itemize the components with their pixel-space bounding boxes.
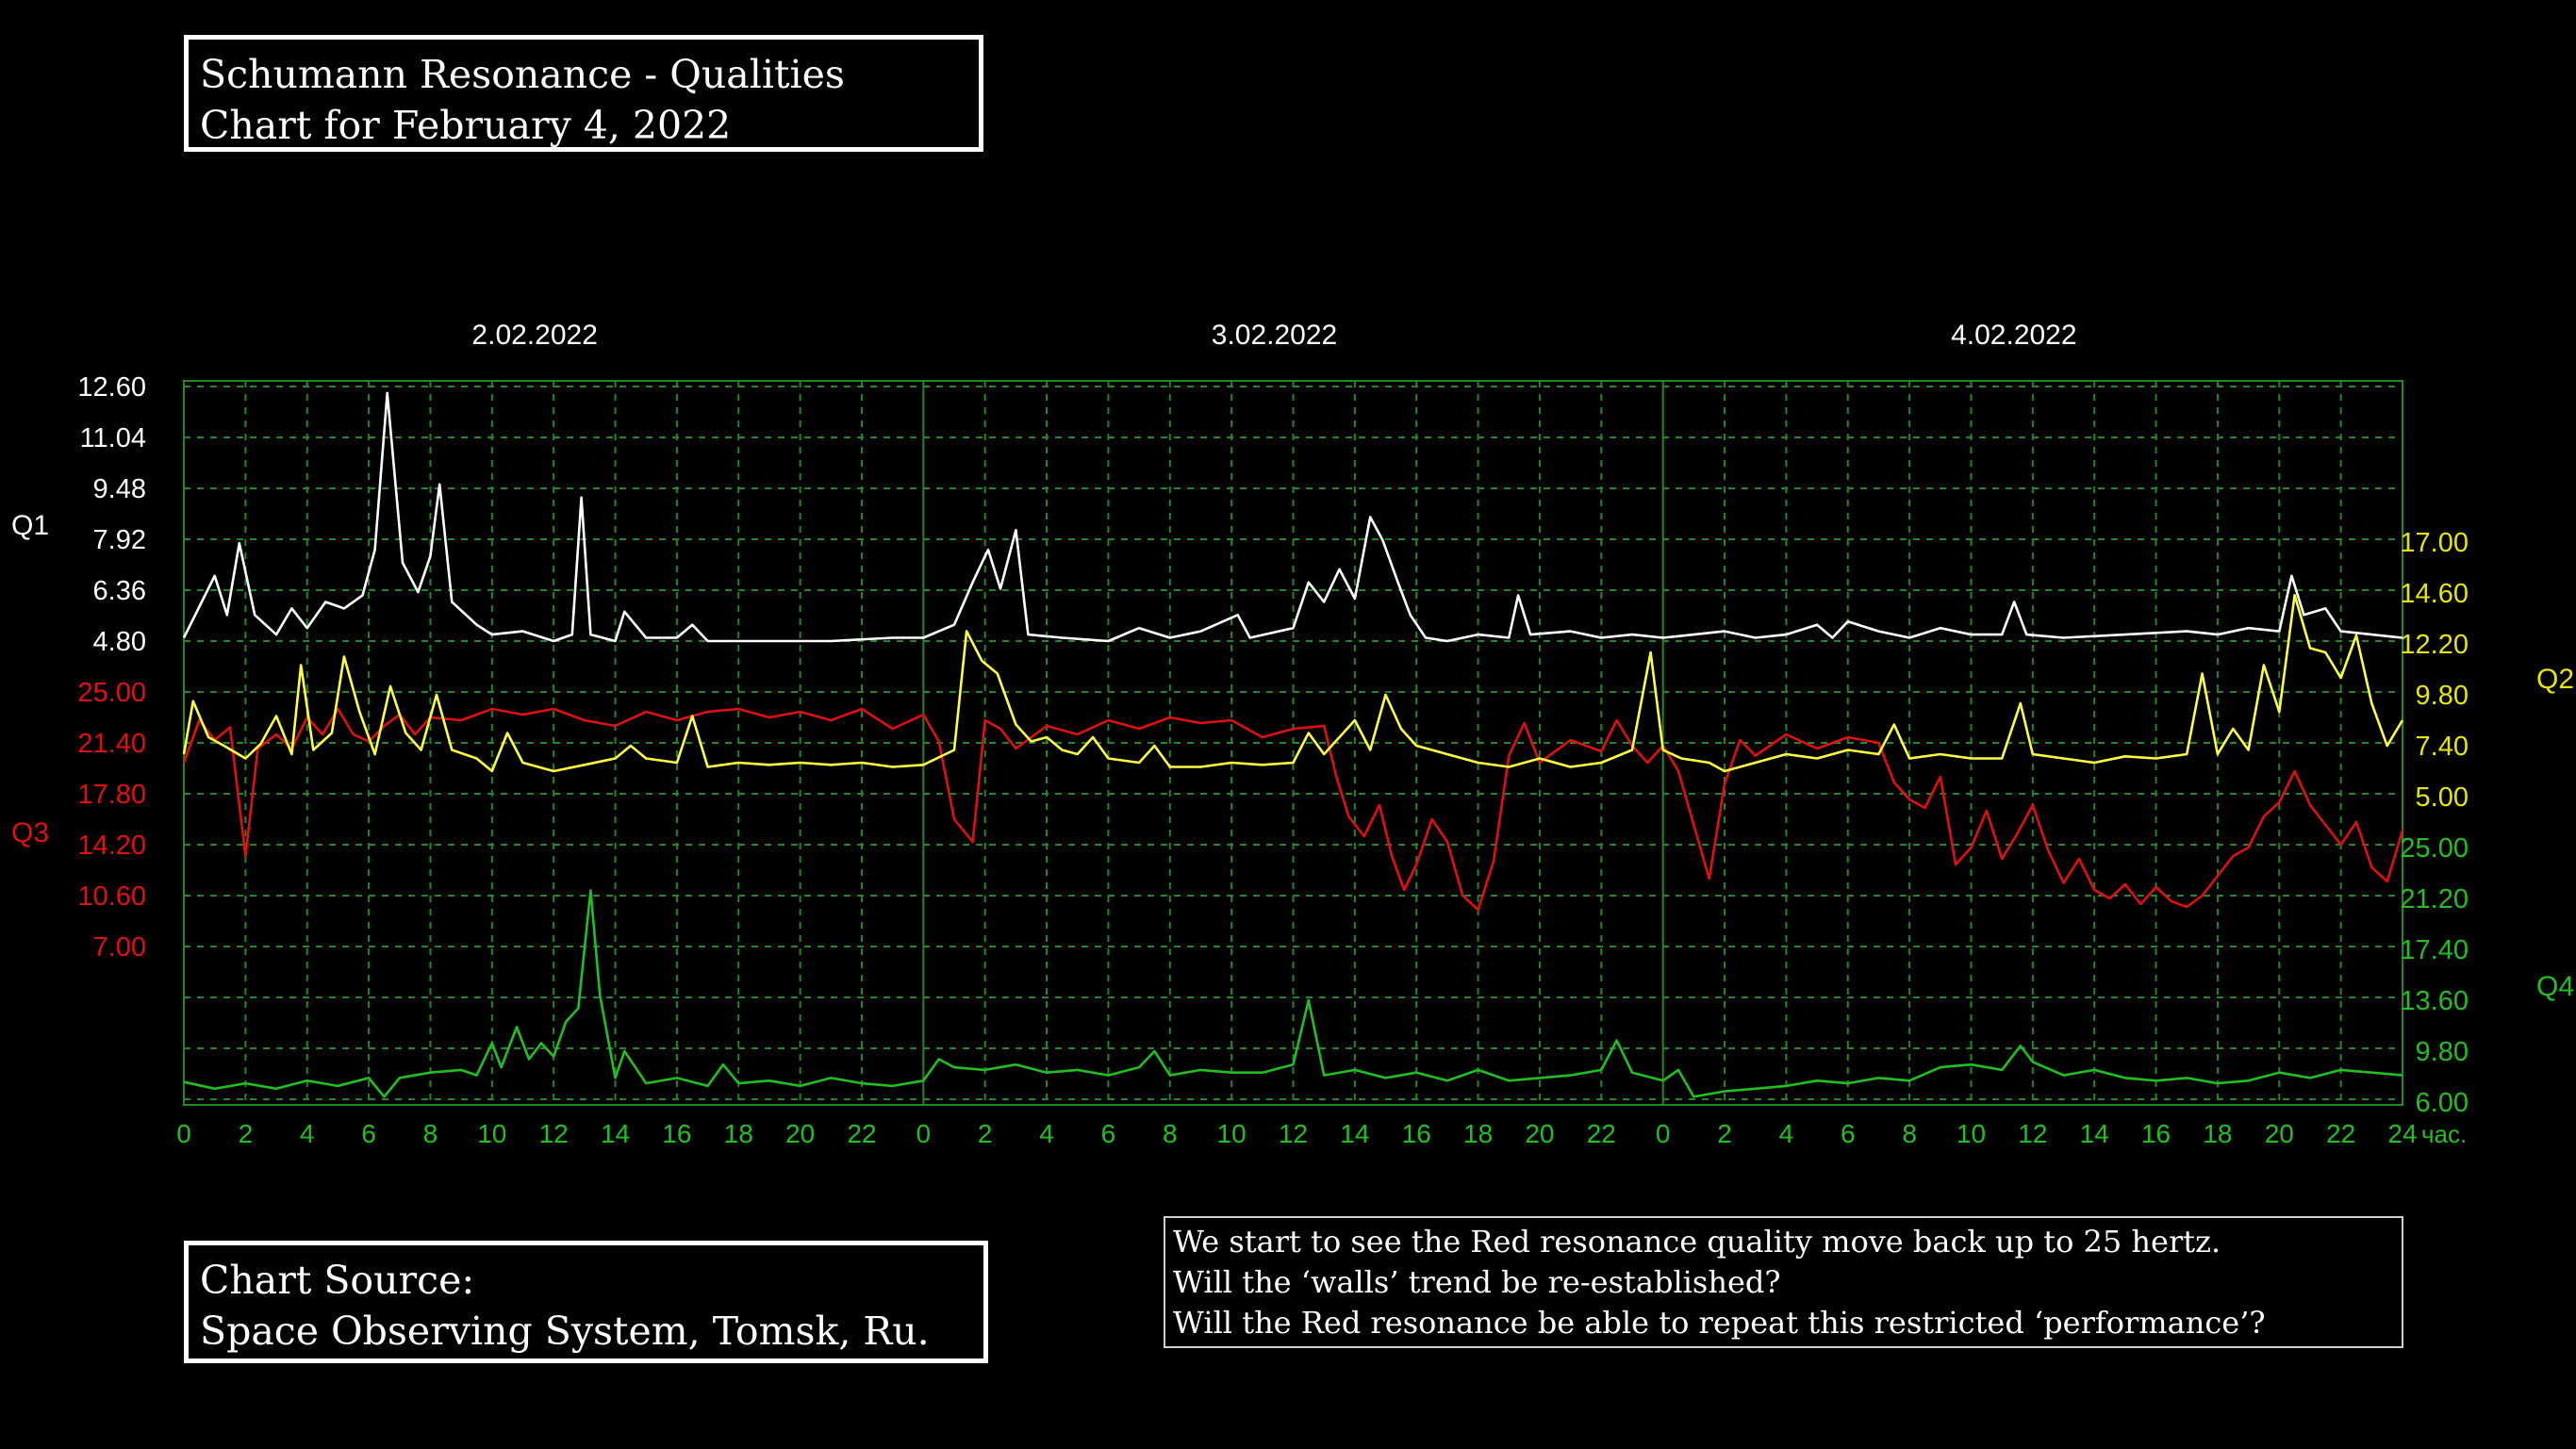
x-tick-label: 16 xyxy=(2141,1119,2171,1148)
x-tick-label: 2 xyxy=(978,1119,993,1148)
x-tick-label: 14 xyxy=(601,1119,630,1148)
x-axis-ticks: 0 2 4 6 8 10 12 14 16 18 20 22 0 2 4 6 8 10 12 14 16 18 20 22 0 2… xyxy=(176,1119,2467,1148)
x-tick-label: 8 xyxy=(1902,1119,1917,1148)
x-tick-label: 0 xyxy=(176,1119,191,1148)
commentary-line-3: Will the Red resonance be able to repeat… xyxy=(1173,1305,2266,1341)
commentary-line-2: Will the ‘walls’ trend be re-established… xyxy=(1173,1264,1781,1300)
x-tick-label: 14 xyxy=(2080,1119,2109,1148)
left-tick-q3: 10.60 xyxy=(77,881,146,912)
x-tick-label: 8 xyxy=(1163,1119,1178,1148)
commentary-line-1: We start to see the Red resonance qualit… xyxy=(1173,1224,2221,1260)
left-tick-q1: 7.92 xyxy=(93,525,146,555)
left-axes: 12.60 11.04 9.48 7.92 6.36 4.80 Q1 25.00 21.40 17… xyxy=(11,372,146,963)
commentary-box: We start to see the Red resonance qualit… xyxy=(1164,1216,2403,1348)
right-tick-q4: 17.40 xyxy=(2400,935,2469,965)
right-tick-q2: 9.80 xyxy=(2416,681,2469,711)
source-name: Space Observing System, Tomsk, Ru. xyxy=(200,1309,930,1354)
x-tick-label: 12 xyxy=(1279,1119,1308,1148)
x-tick-label: 4 xyxy=(300,1119,315,1148)
x-tick-label: 22 xyxy=(847,1119,876,1148)
x-tick-label: 6 xyxy=(361,1119,376,1148)
x-tick-label: 4 xyxy=(1779,1119,1794,1148)
right-tick-q4: 21.20 xyxy=(2400,884,2469,914)
left-tick-q3: 21.40 xyxy=(77,729,146,759)
x-tick-label: 2 xyxy=(239,1119,254,1148)
x-tick-label: 16 xyxy=(1402,1119,1431,1148)
chart-grid xyxy=(183,380,2403,1106)
x-tick-label: 24 xyxy=(2387,1119,2417,1148)
left-tick-q3: 17.80 xyxy=(77,780,146,810)
x-tick-label: 18 xyxy=(1463,1119,1493,1148)
x-tick-label: 4 xyxy=(1039,1119,1054,1148)
left-tick-q3: 7.00 xyxy=(93,932,146,963)
axis-name-q4: Q4 xyxy=(2536,971,2574,1002)
x-tick-label: 20 xyxy=(1525,1119,1554,1148)
x-tick-label: 20 xyxy=(2265,1119,2294,1148)
x-tick-label: 6 xyxy=(1101,1119,1116,1148)
x-unit-label: час. xyxy=(2421,1120,2467,1148)
left-tick-q1: 11.04 xyxy=(80,423,146,453)
axis-name-q3: Q3 xyxy=(11,817,49,848)
x-tick-label: 6 xyxy=(1841,1119,1856,1148)
left-tick-q3: 25.00 xyxy=(77,678,146,708)
right-tick-q4: 9.80 xyxy=(2416,1037,2469,1067)
x-tick-label: 10 xyxy=(1217,1119,1247,1148)
axis-name-q2: Q2 xyxy=(2536,664,2574,695)
right-tick-q2: 12.20 xyxy=(2400,630,2469,660)
x-tick-label: 14 xyxy=(1340,1119,1369,1148)
x-tick-label: 0 xyxy=(916,1119,932,1148)
x-tick-label: 10 xyxy=(477,1119,506,1148)
left-tick-q1: 6.36 xyxy=(93,576,146,606)
date-label: 4.02.2022 xyxy=(1951,320,2076,351)
right-tick-q2: 17.00 xyxy=(2400,528,2469,558)
x-tick-label: 12 xyxy=(2018,1119,2047,1148)
right-tick-q4: 25.00 xyxy=(2400,833,2469,864)
right-tick-q4: 13.60 xyxy=(2400,986,2469,1016)
x-tick-label: 18 xyxy=(2203,1119,2232,1148)
source-box: Chart Source: Space Observing System, To… xyxy=(184,1241,988,1363)
x-tick-label: 16 xyxy=(662,1119,691,1148)
right-tick-q2: 5.00 xyxy=(2416,782,2469,813)
x-tick-label: 22 xyxy=(1587,1119,1616,1148)
x-tick-label: 0 xyxy=(1656,1119,1671,1148)
left-tick-q1: 9.48 xyxy=(93,474,146,504)
date-label: 3.02.2022 xyxy=(1212,320,1337,351)
x-tick-label: 12 xyxy=(539,1119,569,1148)
date-label: 2.02.2022 xyxy=(471,320,597,351)
left-tick-q1: 4.80 xyxy=(93,627,146,657)
right-tick-q2: 7.40 xyxy=(2416,732,2469,762)
axis-name-q1: Q1 xyxy=(11,510,49,541)
right-tick-q4: 6.00 xyxy=(2416,1088,2469,1118)
right-tick-q2: 14.60 xyxy=(2400,579,2469,609)
date-labels: 2.02.2022 3.02.2022 4.02.2022 xyxy=(471,320,2076,351)
x-tick-label: 20 xyxy=(785,1119,815,1148)
source-label: Chart Source: xyxy=(200,1258,475,1303)
x-tick-label: 8 xyxy=(423,1119,438,1148)
left-tick-q3: 14.20 xyxy=(77,831,146,861)
left-tick-q1: 12.60 xyxy=(77,372,146,403)
x-tick-label: 18 xyxy=(724,1119,753,1148)
x-tick-label: 22 xyxy=(2326,1119,2355,1148)
x-tick-label: 2 xyxy=(1717,1119,1732,1148)
right-axes: 17.00 14.60 12.20 9.80 7.40 5.00 Q2 25.00 21.20 1… xyxy=(2400,528,2574,1118)
x-tick-label: 10 xyxy=(1957,1119,1986,1148)
